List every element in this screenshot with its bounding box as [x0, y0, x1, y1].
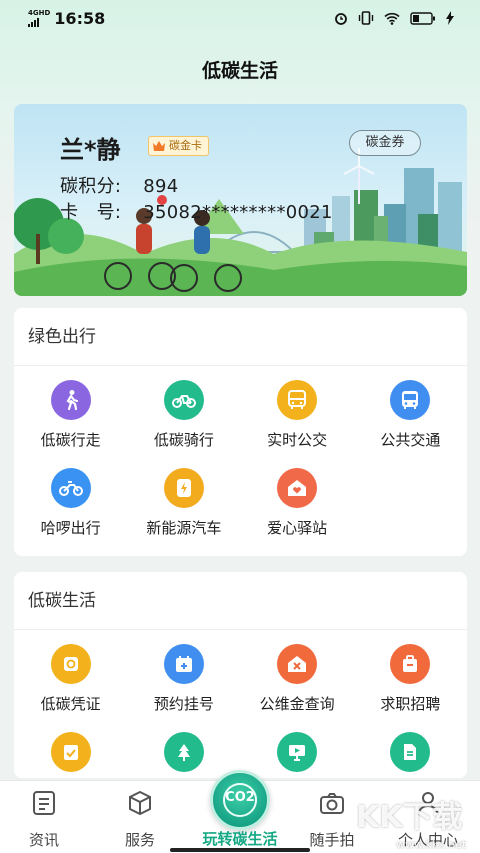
section-title: 低碳生活 [14, 572, 467, 630]
service-love-station[interactable]: 爱心驿站 [241, 454, 354, 542]
bike-share-icon [50, 468, 91, 508]
service-new-energy-car[interactable]: 新能源汽车 [127, 454, 240, 542]
service-checklist[interactable] [14, 718, 127, 778]
service-appointment[interactable]: 预约挂号 [127, 630, 240, 718]
cube-icon [129, 790, 151, 816]
service-label: 低碳行走 [40, 431, 101, 449]
carbon-card[interactable]: 兰*静 碳金卡 碳金券 碳积分: 894 卡 号: 35082*********… [14, 104, 467, 296]
service-label: 预约挂号 [153, 695, 214, 713]
status-time: 16:58 [54, 8, 106, 28]
signal-icon: 4GHD [28, 9, 50, 27]
service-label: 公共交通 [380, 431, 441, 449]
service-hello-bike[interactable]: 哈啰出行 [14, 454, 127, 542]
service-monitor[interactable] [241, 718, 354, 778]
card-number-label: 卡 号: [60, 202, 122, 223]
card-number-row: 卡 号: 35082*********0021 [60, 198, 333, 224]
service-public-transport[interactable]: 公共交通 [354, 366, 467, 454]
nav-label: 资讯 [28, 831, 59, 849]
gold-card-badge: 碳金卡 [148, 136, 209, 156]
tree-icon [163, 732, 204, 772]
heart-house-icon [277, 468, 318, 508]
service-carbon-voucher[interactable]: 低碳凭证 [14, 630, 127, 718]
points-label: 碳积分: [60, 176, 122, 197]
checklist-icon [50, 732, 91, 772]
service-label: 低碳骑行 [153, 431, 214, 449]
carbon-coupon-button[interactable]: 碳金券 [349, 130, 421, 156]
page-title: 低碳生活 [201, 60, 278, 82]
wifi-icon [384, 12, 400, 25]
status-bar: 4GHD 16:58 [0, 0, 480, 36]
service-job-recruit[interactable]: 求职招聘 [354, 630, 467, 718]
service-label: 爱心驿站 [267, 519, 328, 537]
service-low-carbon-cycling[interactable]: 低碳骑行 [127, 366, 240, 454]
service-tree[interactable] [127, 718, 240, 778]
co2-label: CO2 [225, 790, 255, 805]
service-maintenance-fund[interactable]: 公维金查询 [241, 630, 354, 718]
points-row: 碳积分: 894 [60, 172, 179, 198]
charging-icon [163, 468, 204, 508]
alarm-icon [335, 13, 347, 25]
nav-center-label[interactable]: 玩转碳生活 [190, 828, 290, 849]
service-label: 实时公交 [267, 431, 328, 449]
crown-icon [153, 141, 165, 151]
points-value: 894 [143, 176, 179, 197]
news-icon [33, 791, 55, 815]
low-carbon-life-section: 低碳生活 低碳凭证 预约挂号 公维金查询 求职招聘 [14, 572, 467, 778]
battery-icon [410, 11, 435, 25]
nav-news[interactable]: 资讯 [4, 781, 84, 853]
walking-icon [50, 380, 91, 420]
service-document[interactable] [354, 718, 467, 778]
service-low-carbon-walk[interactable]: 低碳行走 [14, 366, 127, 454]
monitor-icon [277, 732, 318, 772]
bus-front-icon [390, 380, 431, 420]
service-label: 公维金查询 [259, 695, 335, 713]
green-travel-section: 绿色出行 低碳行走 低碳骑行 实时公交 公共交通 哈啰出行 新能源汽车 爱心驿站 [14, 308, 467, 556]
camera-icon [320, 793, 344, 814]
vibrate-icon [358, 11, 374, 25]
section-title: 绿色出行 [14, 308, 467, 366]
calendar-plus-icon [163, 644, 204, 684]
briefcase-icon [390, 644, 431, 684]
service-label: 哈啰出行 [40, 519, 101, 537]
home-indicator [170, 848, 310, 852]
service-realtime-bus[interactable]: 实时公交 [241, 366, 354, 454]
watermark: KK下载 [356, 800, 463, 835]
badge-label: 碳金卡 [169, 139, 202, 152]
watermark-url: www.kkx.net [396, 838, 467, 851]
document-icon [390, 732, 431, 772]
user-name: 兰*静 [60, 136, 121, 164]
service-label: 低碳凭证 [40, 695, 101, 713]
service-label: 新能源汽车 [146, 519, 222, 537]
charging-bolt-icon [446, 11, 454, 25]
co2-center-button[interactable]: CO2 [210, 770, 270, 830]
service-label: 求职招聘 [380, 695, 441, 713]
house-tools-icon [277, 644, 318, 684]
bicycle-icon [163, 380, 204, 420]
nav-services[interactable]: 服务 [100, 781, 180, 853]
bus-icon [277, 380, 318, 420]
nav-label: 服务 [124, 831, 155, 849]
voucher-icon [50, 644, 91, 684]
card-number-value: 35082*********0021 [143, 202, 333, 223]
